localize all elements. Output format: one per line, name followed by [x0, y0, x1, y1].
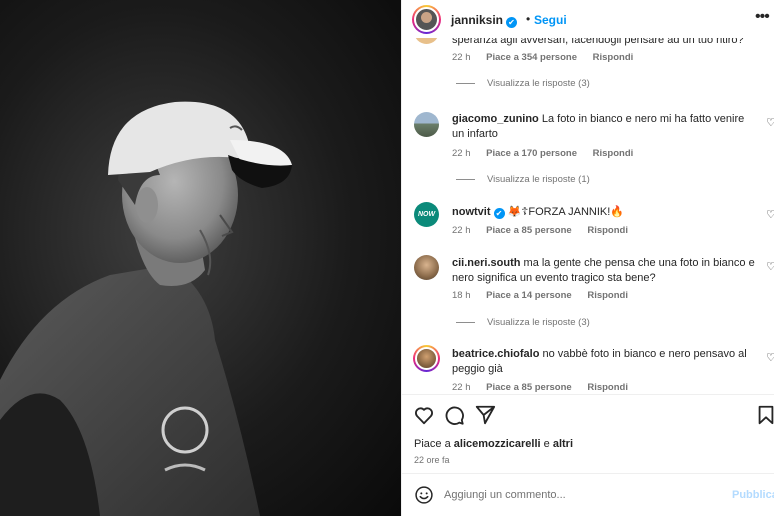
post-panel: janniksin ✔ • Segui ••• speranza agli avv…	[401, 0, 774, 516]
reply-button[interactable]: Rispondi	[587, 290, 628, 301]
separator-dot: •	[526, 12, 531, 26]
comment-likes[interactable]: Piace a 170 persone	[486, 148, 577, 159]
likes-prefix: Piace a	[414, 438, 451, 450]
comment-meta: 22 h Piace a 85 persone Rispondi	[452, 225, 641, 236]
likes-summary: Piace a alicemozzicarelli e altri	[414, 438, 573, 450]
divider	[402, 394, 774, 395]
comment-text: 🦊☦FORZA JANNIK!🔥	[507, 206, 624, 218]
bookmark-icon[interactable]	[755, 404, 774, 426]
verified-badge-icon: ✔	[493, 208, 505, 219]
comment-avatar[interactable]	[414, 255, 439, 280]
comment-likes[interactable]: Piace a 354 persone	[486, 52, 577, 63]
comment-body: giacomo_zunino La foto in bianco e nero …	[452, 112, 757, 142]
photo-illustration	[0, 101, 292, 516]
comment-text: speranza agli avversari, facendogli pens…	[452, 38, 744, 46]
verified-badge-icon: ✔	[506, 17, 518, 28]
post-timestamp[interactable]: 22 ore fa	[414, 455, 450, 465]
comment-likes[interactable]: Piace a 14 persone	[486, 290, 572, 301]
comment-username[interactable]: giacomo_zunino	[452, 113, 539, 125]
likes-conj: e	[543, 438, 550, 450]
reply-button[interactable]: Rispondi	[587, 382, 628, 393]
view-replies-label[interactable]: Visualizza le risposte (3)	[487, 317, 590, 328]
reply-button[interactable]: Rispondi	[593, 52, 634, 63]
comment-username[interactable]: beatrice.chiofalo	[452, 348, 539, 360]
comment-icon[interactable]	[443, 404, 465, 426]
comment-time: 18 h	[452, 290, 471, 301]
comment-body: cii.neri.south ma la gente che pensa che…	[452, 256, 757, 286]
comment-avatar[interactable]	[414, 38, 439, 44]
comment-time: 22 h	[452, 52, 471, 63]
author-avatar[interactable]	[412, 5, 441, 34]
comment-input[interactable]	[444, 486, 714, 504]
comment-username[interactable]: nowtvit	[452, 206, 491, 218]
publish-button[interactable]: Pubblica	[732, 489, 774, 501]
view-replies-label[interactable]: Visualizza le risposte (3)	[487, 78, 590, 89]
comment-username[interactable]: cii.neri.south	[452, 257, 520, 269]
reply-button[interactable]: Rispondi	[593, 148, 634, 159]
replies-line	[456, 82, 475, 84]
comment-time: 22 h	[452, 382, 471, 393]
comment-meta: 22 h Piace a 170 persone Rispondi	[452, 148, 646, 159]
comment-time: 22 h	[452, 225, 471, 236]
comment-likes[interactable]: Piace a 85 persone	[486, 382, 572, 393]
view-replies-label[interactable]: Visualizza le risposte (1)	[487, 174, 590, 185]
comment-body: beatrice.chiofalo no vabbè foto in bianc…	[452, 347, 757, 377]
heart-icon[interactable]	[413, 404, 435, 426]
post-actions	[402, 400, 774, 432]
comment-meta: 22 h Piace a 85 persone Rispondi	[452, 382, 641, 393]
more-options-icon[interactable]: •••	[755, 8, 770, 26]
comment-composer: Pubblica	[402, 474, 774, 516]
likes-user[interactable]: alicemozzicarelli	[454, 438, 541, 450]
comment-like-heart-icon[interactable]: ♡	[766, 208, 774, 221]
view-replies-button[interactable]: Visualizza le risposte (3)	[456, 78, 590, 89]
view-replies-button[interactable]: Visualizza le risposte (1)	[456, 174, 590, 185]
comment-avatar[interactable]	[413, 345, 440, 372]
emoji-icon[interactable]	[414, 485, 434, 505]
share-icon[interactable]	[474, 404, 496, 426]
comment-meta: 18 h Piace a 14 persone Rispondi	[452, 290, 641, 301]
post-photo	[0, 0, 401, 516]
comment-meta: 22 h Piace a 354 persone Rispondi	[452, 52, 646, 63]
comment-time: 22 h	[452, 148, 471, 159]
comment-avatar[interactable]	[414, 112, 439, 137]
comments-list[interactable]: speranza agli avversari, facendogli pens…	[402, 38, 774, 394]
replies-line	[456, 178, 475, 180]
view-replies-button[interactable]: Visualizza le risposte (3)	[456, 317, 590, 328]
author-username-text[interactable]: janniksin	[451, 13, 503, 27]
follow-button[interactable]: Segui	[534, 13, 567, 27]
comment-like-heart-icon[interactable]: ♡	[766, 351, 774, 364]
likes-others[interactable]: altri	[553, 438, 573, 450]
comment-like-heart-icon[interactable]: ♡	[766, 260, 774, 273]
reply-button[interactable]: Rispondi	[587, 225, 628, 236]
comment-like-heart-icon[interactable]: ♡	[766, 116, 774, 129]
comment-likes[interactable]: Piace a 85 persone	[486, 225, 572, 236]
author-username[interactable]: janniksin ✔	[451, 13, 518, 28]
comment-body: nowtvit ✔ 🦊☦FORZA JANNIK!🔥	[452, 205, 757, 220]
nowtv-avatar[interactable]: NOW	[414, 202, 439, 227]
replies-line	[456, 321, 475, 323]
post-header: janniksin ✔ • Segui •••	[402, 0, 774, 38]
